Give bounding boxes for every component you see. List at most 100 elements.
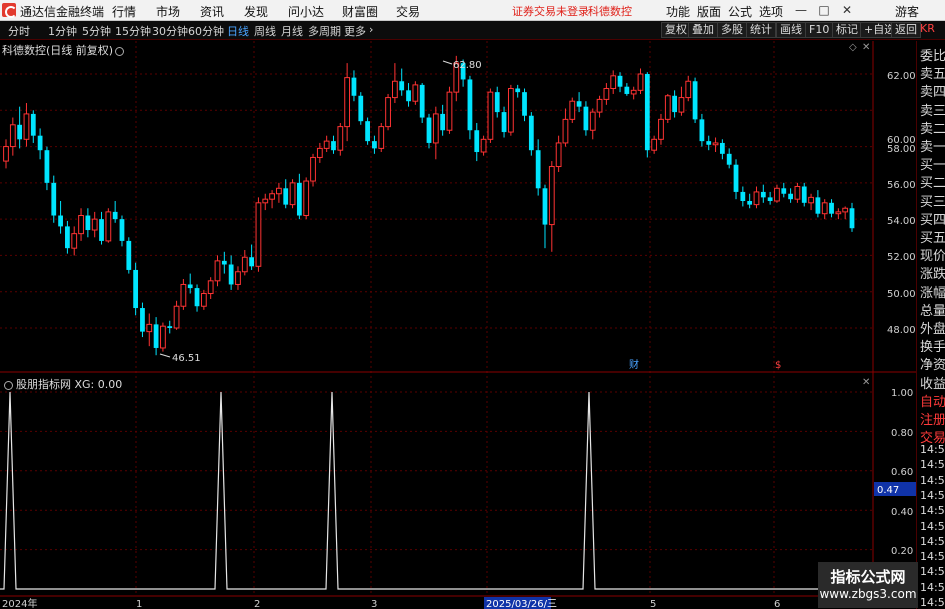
- candle-body-down: [767, 197, 773, 201]
- quote-field-label: 委比: [920, 49, 945, 64]
- x-tick: 6: [774, 599, 780, 609]
- candle-body-up: [276, 187, 282, 195]
- candle-body-down: [719, 142, 725, 154]
- quote-field-label: 现价: [920, 249, 945, 265]
- candle-body-up: [651, 138, 658, 151]
- candle-body-up: [180, 283, 187, 307]
- x-tick: 3: [371, 599, 377, 609]
- candle-body-down: [228, 264, 234, 285]
- candle-body-up: [507, 88, 514, 133]
- candle-body-down: [17, 124, 23, 140]
- candle-body-down: [167, 326, 173, 328]
- y-tick: 50.00: [887, 289, 916, 300]
- candle-body-up: [337, 126, 344, 151]
- y-tick: 48.00: [887, 325, 916, 336]
- quote-field-label[interactable]: 自动: [920, 391, 945, 410]
- candle-body-up: [323, 140, 330, 149]
- candle-body-down: [535, 150, 541, 189]
- chart-menu-icon[interactable]: ◇: [849, 42, 857, 53]
- tick-time: 14:56: [920, 565, 945, 579]
- quote-field-label: 收益: [920, 376, 945, 392]
- dividend-marker[interactable]: $: [775, 360, 781, 371]
- candle-body-down: [30, 113, 36, 136]
- y-tick: 58.00: [887, 144, 916, 155]
- quote-field-label: 外盘: [920, 322, 945, 337]
- candle-body-down: [801, 186, 807, 203]
- candle-body-down: [672, 95, 678, 113]
- candle-body-down: [44, 150, 50, 183]
- candle-body-up: [685, 80, 692, 99]
- candle-body-up: [262, 198, 269, 204]
- x-tick: 5: [650, 599, 656, 609]
- tick-time: 14:56: [920, 473, 945, 487]
- tick-time: 14:56: [920, 580, 945, 594]
- candle-body-up: [548, 166, 555, 226]
- price-axis-ticks: 62.00 60.00 58.00 56.00 54.00 52.00 50.0…: [887, 71, 916, 336]
- candle-body-up: [344, 77, 351, 128]
- candle-body-up: [378, 126, 385, 149]
- candle-body-up: [712, 142, 719, 146]
- candle-body-down: [528, 115, 534, 151]
- candle-body-up: [603, 88, 610, 100]
- candle-body-up: [412, 84, 419, 102]
- candle-body-up: [630, 89, 637, 95]
- quote-field-label[interactable]: 注册: [920, 409, 945, 428]
- candle-body-up: [664, 95, 671, 120]
- candle-body-up: [241, 256, 248, 273]
- candle-body-up: [303, 180, 310, 217]
- indicator-axis-ticks: 1.00 0.80 0.60 0.40 0.20: [891, 388, 913, 557]
- candle-body-down: [747, 201, 753, 205]
- chart-close-icon[interactable]: ✕: [862, 42, 870, 53]
- candle-body-down: [788, 193, 793, 200]
- chart-canvas[interactable]: ◇ ✕ ✕ 62.80 46.51 财 $ 62.00 60.00 58.00 …: [0, 0, 916, 609]
- candle-body-down: [426, 117, 432, 143]
- quote-field-label: 卖三: [920, 103, 945, 119]
- candle-body-up: [774, 187, 780, 202]
- indicator-series: [0, 391, 873, 590]
- tick-time: 14:56: [920, 534, 945, 548]
- candle-body-down: [296, 182, 302, 216]
- candle-body-down: [419, 84, 425, 118]
- y-tick: 54.00: [887, 216, 916, 227]
- candle-body-down: [849, 208, 855, 229]
- candle-body-down: [699, 119, 705, 142]
- candle-body-down: [126, 240, 132, 270]
- candle-body-up: [391, 80, 398, 99]
- ind-y-tick: 0.40: [891, 507, 913, 518]
- candle-body-up: [214, 260, 221, 282]
- finance-marker[interactable]: 财: [629, 358, 639, 371]
- candle-body-up: [658, 118, 664, 140]
- candle-body-up: [555, 142, 562, 168]
- candle-body-up: [753, 191, 760, 206]
- candlestick-series: [3, 55, 855, 356]
- candle-body-up: [23, 113, 30, 140]
- candle-body-up: [207, 280, 214, 295]
- candle-body-up: [316, 147, 323, 158]
- panel-header[interactable]: KR: [920, 22, 935, 35]
- candle-body-down: [522, 92, 527, 116]
- candle-body-up: [637, 73, 644, 91]
- candle-body-up: [678, 97, 685, 113]
- candle-body-down: [133, 269, 139, 309]
- time-axis-labels: 2024年 1 2 3 2025/03/26/三 5 6: [2, 597, 780, 609]
- candle-body-down: [37, 135, 43, 151]
- indicator-close-icon[interactable]: ✕: [862, 377, 870, 388]
- candle-body-down: [617, 75, 623, 87]
- candle-body-down: [542, 188, 548, 225]
- x-tick: 2024年: [2, 597, 37, 609]
- quote-field-label: 买三: [920, 194, 945, 210]
- candle-body-up: [235, 271, 241, 285]
- quote-field-label: 买一: [920, 158, 945, 174]
- candle-body-down: [440, 113, 446, 131]
- candle-body-down: [815, 197, 821, 214]
- watermark-title: 指标公式网: [830, 568, 906, 586]
- quote-field-label: 涨跌: [920, 267, 945, 283]
- candle-body-up: [821, 202, 828, 215]
- candle-body-down: [221, 260, 227, 265]
- xg-indicator-line: [0, 391, 873, 590]
- candle-body-up: [596, 98, 603, 113]
- candle-body-down: [365, 121, 370, 142]
- candle-body-up: [487, 91, 494, 140]
- candle-body-up: [9, 124, 16, 148]
- candle-body-up: [146, 323, 153, 333]
